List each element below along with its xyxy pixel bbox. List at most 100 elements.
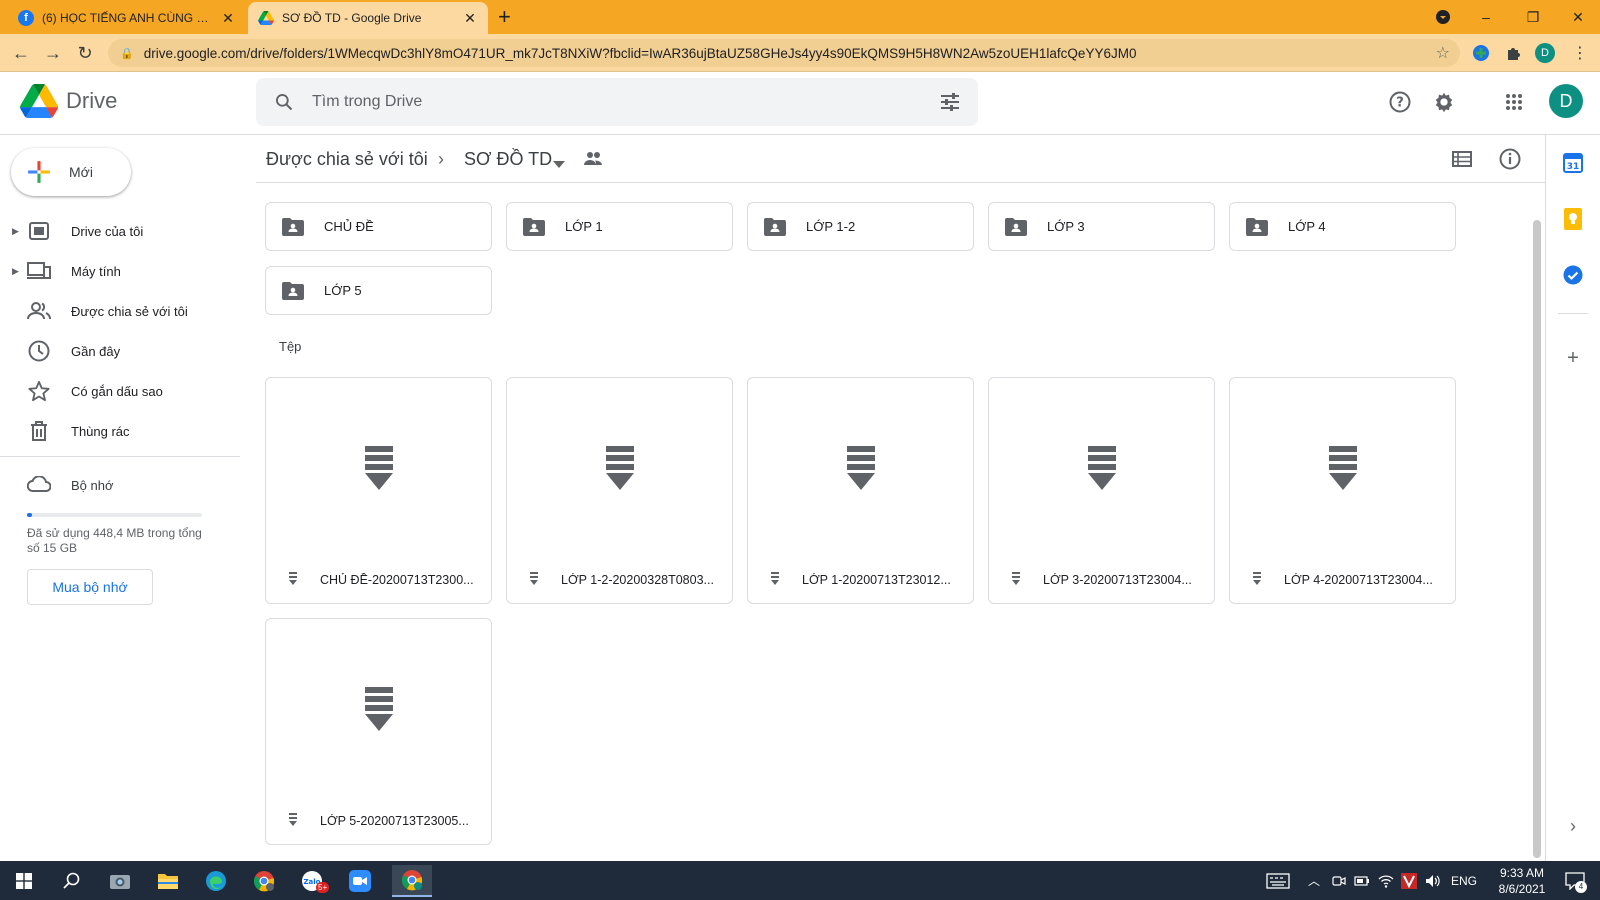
file-card[interactable]: LỚP 4-20200713T23004... bbox=[1229, 377, 1456, 604]
file-name: LỚP 4-20200713T23004... bbox=[1284, 573, 1433, 587]
archive-file-icon bbox=[605, 446, 634, 490]
archive-file-small-icon bbox=[289, 572, 297, 585]
chrome-active-icon[interactable] bbox=[392, 865, 432, 897]
breadcrumb-current[interactable]: SƠ ĐỒ TD bbox=[464, 149, 552, 170]
wifi-icon[interactable] bbox=[1378, 861, 1394, 900]
browser-menu-icon[interactable]: ⋮ bbox=[1570, 43, 1590, 63]
camera-app-icon[interactable] bbox=[100, 865, 140, 897]
language-indicator[interactable]: ENG bbox=[1451, 861, 1477, 900]
help-icon[interactable]: ? bbox=[1384, 86, 1416, 118]
restore-button[interactable]: ❐ bbox=[1510, 0, 1556, 34]
back-icon[interactable]: ← bbox=[9, 41, 33, 65]
zalo-notification-badge: 5+ bbox=[316, 882, 330, 893]
google-drive-logo-icon bbox=[20, 84, 58, 118]
calendar-icon[interactable]: 31 bbox=[1562, 152, 1584, 174]
zalo-app-icon[interactable]: Zalo 5+ bbox=[292, 865, 332, 897]
computer-icon bbox=[27, 259, 51, 283]
notifications-icon[interactable]: 4 bbox=[1565, 861, 1587, 900]
search-icon[interactable] bbox=[256, 92, 312, 112]
file-card[interactable]: LỚP 1-20200713T23012... bbox=[747, 377, 974, 604]
shared-folder-icon bbox=[282, 217, 306, 237]
sidebar-item-storage[interactable]: Bộ nhớ bbox=[0, 470, 240, 500]
extension-plus-icon[interactable] bbox=[1471, 43, 1491, 63]
new-tab-button[interactable]: + bbox=[498, 6, 511, 28]
shared-folder-icon bbox=[282, 281, 306, 301]
battery-icon[interactable] bbox=[1354, 861, 1370, 900]
profile-avatar[interactable]: D bbox=[1535, 43, 1555, 63]
apps-grid-icon[interactable] bbox=[1498, 86, 1530, 118]
tray-chevron-up-icon[interactable]: ︿ bbox=[1308, 861, 1320, 900]
search-input[interactable]: Tìm trong Drive bbox=[312, 93, 922, 111]
edge-browser-icon[interactable] bbox=[196, 865, 236, 897]
shared-folder-icon bbox=[1005, 217, 1029, 237]
get-addons-plus-icon[interactable]: + bbox=[1562, 347, 1584, 369]
sidebar-item-my-drive[interactable]: ▶ Drive của tôi bbox=[0, 211, 240, 251]
file-card[interactable]: CHỦ ĐỀ-20200713T2300... bbox=[265, 377, 492, 604]
file-explorer-icon[interactable] bbox=[148, 865, 188, 897]
sidebar-item-starred[interactable]: Có gắn dấu sao bbox=[0, 371, 240, 411]
search-bar[interactable]: Tìm trong Drive bbox=[256, 78, 978, 126]
browser-toolbar: ← → ↻ 🔒 drive.google.com/drive/folders/1… bbox=[0, 34, 1600, 72]
minimize-button[interactable]: – bbox=[1463, 0, 1509, 34]
folder-item[interactable]: LỚP 3 bbox=[988, 202, 1215, 251]
sidebar-item-trash[interactable]: Thùng rác bbox=[0, 411, 240, 451]
folder-item[interactable]: LỚP 1 bbox=[506, 202, 733, 251]
bookmark-star-icon[interactable]: ☆ bbox=[1436, 43, 1450, 63]
taskbar-clock[interactable]: 9:33 AM 8/6/2021 bbox=[1482, 865, 1562, 897]
breadcrumb-parent[interactable]: Được chia sẻ với tôi bbox=[266, 149, 428, 170]
drive-logo[interactable]: Drive bbox=[20, 84, 117, 118]
search-options-icon[interactable] bbox=[922, 93, 978, 111]
volume-icon[interactable] bbox=[1425, 861, 1441, 900]
folder-item[interactable]: LỚP 1-2 bbox=[747, 202, 974, 251]
content-scrollbar[interactable] bbox=[1533, 220, 1541, 858]
folder-item[interactable]: CHỦ ĐỀ bbox=[265, 202, 492, 251]
list-view-icon[interactable] bbox=[1450, 147, 1474, 171]
file-card[interactable]: LỚP 3-20200713T23004... bbox=[988, 377, 1215, 604]
meet-now-icon[interactable] bbox=[1332, 861, 1346, 900]
antivirus-tray-icon[interactable] bbox=[1401, 861, 1417, 900]
tab-facebook[interactable]: f (6) HỌC TIẾNG ANH CÙNG CON ✕ bbox=[8, 2, 246, 34]
reload-icon[interactable]: ↻ bbox=[73, 41, 97, 65]
chevron-down-icon[interactable] bbox=[553, 155, 565, 173]
sidebar-item-computers[interactable]: ▶ Máy tính bbox=[0, 251, 240, 291]
sidebar-item-shared-with-me[interactable]: Được chia sẻ với tôi bbox=[0, 291, 240, 331]
address-bar[interactable]: 🔒 drive.google.com/drive/folders/1WMecqw… bbox=[108, 39, 1460, 67]
new-button[interactable]: Mới bbox=[11, 148, 131, 196]
folder-item[interactable]: LỚP 5 bbox=[265, 266, 492, 315]
expand-caret-icon[interactable]: ▶ bbox=[12, 266, 19, 277]
tasks-icon[interactable] bbox=[1562, 264, 1584, 286]
keyboard-icon[interactable] bbox=[1266, 861, 1290, 900]
close-tab-icon[interactable]: ✕ bbox=[220, 10, 236, 27]
tab-search-icon[interactable] bbox=[1420, 0, 1466, 34]
zoom-app-icon[interactable] bbox=[340, 865, 380, 897]
chevron-right-icon[interactable]: › bbox=[1562, 815, 1584, 837]
close-window-button[interactable]: ✕ bbox=[1555, 0, 1600, 34]
forward-icon[interactable]: → bbox=[41, 41, 65, 65]
taskbar-search-icon[interactable] bbox=[52, 865, 92, 897]
chrome-profile-icon[interactable] bbox=[244, 865, 284, 897]
account-avatar[interactable]: D bbox=[1549, 84, 1583, 118]
extensions-puzzle-icon[interactable] bbox=[1503, 43, 1523, 63]
folder-item[interactable]: LỚP 4 bbox=[1229, 202, 1456, 251]
sidebar-item-recent[interactable]: Gần đây bbox=[0, 331, 240, 371]
windows-start-icon[interactable] bbox=[4, 865, 44, 897]
shared-folder-icon bbox=[1246, 217, 1270, 237]
keep-icon[interactable] bbox=[1562, 208, 1584, 230]
file-name: LỚP 5-20200713T23005... bbox=[320, 814, 469, 828]
side-panel-divider bbox=[1558, 313, 1588, 314]
google-drive-icon bbox=[258, 10, 274, 26]
archive-file-icon bbox=[1328, 446, 1357, 490]
lock-icon: 🔒 bbox=[120, 47, 134, 60]
close-tab-icon[interactable]: ✕ bbox=[462, 10, 478, 27]
file-card[interactable]: LỚP 1-2-20200328T0803... bbox=[506, 377, 733, 604]
info-icon[interactable] bbox=[1498, 147, 1522, 171]
side-panel: 31 + › bbox=[1545, 135, 1600, 861]
expand-caret-icon[interactable]: ▶ bbox=[12, 226, 19, 237]
sidebar-item-label: Thùng rác bbox=[71, 423, 130, 439]
buy-storage-button[interactable]: Mua bộ nhớ bbox=[27, 569, 153, 605]
clock-date: 8/6/2021 bbox=[1498, 882, 1546, 896]
file-card[interactable]: LỚP 5-20200713T23005... bbox=[265, 618, 492, 845]
tab-google-drive[interactable]: SƠ ĐỒ TD - Google Drive ✕ bbox=[248, 2, 488, 34]
my-drive-icon bbox=[27, 219, 51, 243]
settings-gear-icon[interactable] bbox=[1428, 86, 1460, 118]
